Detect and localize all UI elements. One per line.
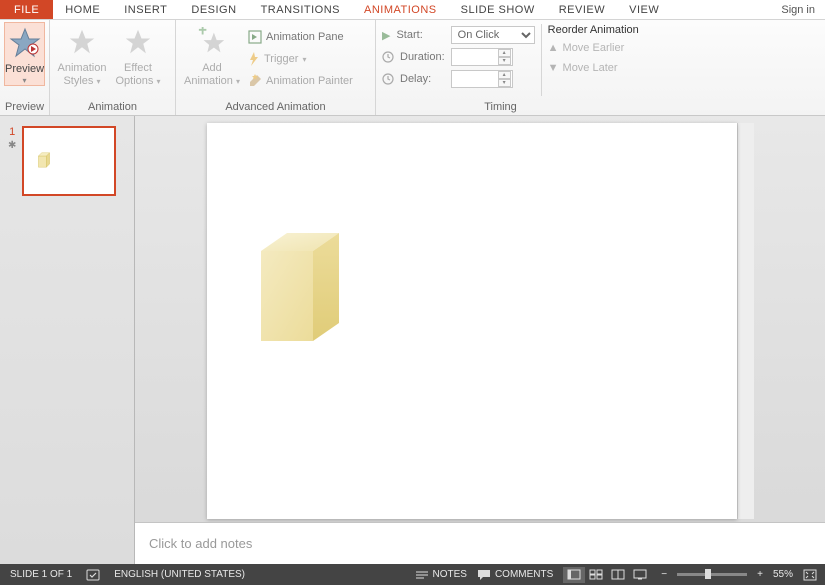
animation-pane-button[interactable]: Animation Pane (244, 26, 357, 48)
comments-toggle-label: COMMENTS (495, 569, 553, 580)
zoom-out-button[interactable]: − (661, 569, 667, 580)
group-label-advanced: Advanced Animation (176, 100, 375, 115)
tab-animations[interactable]: ANIMATIONS (352, 0, 449, 19)
tab-file[interactable]: FILE (0, 0, 53, 19)
tab-home[interactable]: HOME (53, 0, 112, 19)
spinner-up[interactable]: ▴ (498, 49, 511, 57)
comments-toggle[interactable]: COMMENTS (477, 569, 553, 581)
chevron-down-icon: ▾ (23, 76, 27, 85)
notes-icon (415, 569, 429, 581)
arrow-down-icon: ▼ (548, 62, 559, 74)
cube-shape-icon (36, 152, 52, 168)
spellcheck-icon[interactable] (86, 569, 100, 581)
duration-label: Duration: (400, 51, 445, 63)
group-label-preview: Preview (0, 100, 49, 115)
animation-styles-button[interactable]: Animation Styles ▾ (54, 22, 110, 88)
lightning-icon (248, 52, 260, 66)
notes-toggle-label: NOTES (433, 569, 467, 580)
zoom-slider[interactable] (677, 573, 747, 576)
tab-bar: FILE HOME INSERT DESIGN TRANSITIONS ANIM… (0, 0, 825, 20)
clock-icon (382, 73, 394, 85)
pane-icon (248, 30, 262, 44)
tab-review[interactable]: REVIEW (547, 0, 617, 19)
preview-button[interactable]: Preview ▾ (4, 22, 45, 86)
clock-icon (382, 51, 394, 63)
start-select[interactable]: On Click (451, 26, 535, 44)
effect-options-button[interactable]: Effect Options ▾ (110, 22, 166, 88)
view-normal-button[interactable] (563, 567, 585, 583)
view-sorter-button[interactable] (585, 567, 607, 583)
brush-icon (248, 74, 262, 88)
trigger-label: Trigger (264, 53, 298, 65)
move-earlier-button[interactable]: ▲ Move Earlier (548, 38, 639, 58)
zoom-in-button[interactable]: + (757, 569, 763, 580)
notes-toggle[interactable]: NOTES (415, 569, 467, 581)
notes-pane[interactable]: Click to add notes (135, 522, 825, 564)
start-label: Start: (396, 29, 422, 41)
spinner-up[interactable]: ▴ (498, 71, 511, 79)
preview-star-icon (9, 25, 41, 61)
move-earlier-label: Move Earlier (563, 42, 625, 54)
effect-options-label: Effect Options ▾ (116, 62, 161, 88)
tab-transitions[interactable]: TRANSITIONS (249, 0, 352, 19)
workspace: 1 ✱ (0, 116, 825, 564)
delay-row: Delay: (382, 68, 445, 90)
view-slideshow-button[interactable] (629, 567, 651, 583)
slide-number: 1 (9, 126, 15, 138)
tab-design[interactable]: DESIGN (179, 0, 248, 19)
spinner-down[interactable]: ▾ (498, 57, 511, 65)
slide-stage[interactable] (135, 116, 825, 522)
zoom-slider-thumb[interactable] (705, 569, 711, 579)
move-later-button[interactable]: ▼ Move Later (548, 58, 639, 78)
animation-painter-label: Animation Painter (266, 75, 353, 87)
add-animation-label: Add Animation ▾ (184, 62, 240, 88)
animation-pane-label: Animation Pane (266, 31, 344, 43)
slide-indicator: SLIDE 1 OF 1 (10, 569, 72, 580)
delay-label: Delay: (400, 73, 431, 85)
spinner-down[interactable]: ▾ (498, 79, 511, 87)
trigger-button[interactable]: Trigger ▾ (244, 48, 357, 70)
start-row: ▶ Start: (382, 24, 445, 46)
vertical-scrollbar[interactable] (737, 123, 754, 519)
sign-in-link[interactable]: Sign in (771, 0, 825, 19)
slide-thumbnail[interactable] (22, 126, 116, 196)
tab-slideshow[interactable]: SLIDE SHOW (449, 0, 547, 19)
thumbnail-pane[interactable]: 1 ✱ (0, 116, 135, 564)
tab-insert[interactable]: INSERT (112, 0, 179, 19)
ribbon: Preview ▾ Preview Animation Styles ▾ Eff… (0, 20, 825, 116)
group-label-animation: Animation (50, 100, 175, 115)
language-indicator[interactable]: ENGLISH (UNITED STATES) (114, 569, 245, 580)
fit-window-icon[interactable] (803, 569, 817, 581)
reorder-heading: Reorder Animation (548, 24, 639, 36)
move-later-label: Move Later (563, 62, 618, 74)
status-bar: SLIDE 1 OF 1 ENGLISH (UNITED STATES) NOT… (0, 564, 825, 585)
comment-icon (477, 569, 491, 581)
chevron-down-icon: ▾ (302, 55, 306, 64)
add-animation-button[interactable]: Add Animation ▾ (180, 22, 244, 88)
duration-row: Duration: (382, 46, 445, 68)
animation-painter-button[interactable]: Animation Painter (244, 70, 357, 92)
view-reading-button[interactable] (607, 567, 629, 583)
play-icon: ▶ (382, 29, 390, 42)
tab-view[interactable]: VIEW (617, 0, 671, 19)
star-icon (68, 24, 96, 60)
star-icon (124, 24, 152, 60)
notes-placeholder: Click to add notes (149, 536, 252, 551)
animation-styles-label: Animation Styles ▾ (58, 62, 107, 88)
animation-indicator-icon: ✱ (8, 140, 16, 151)
zoom-level[interactable]: 55% (773, 569, 793, 580)
group-label-timing: Timing (376, 100, 825, 115)
preview-label: Preview (5, 63, 44, 76)
add-star-icon (197, 24, 227, 60)
slide-canvas[interactable] (207, 123, 737, 519)
cube-shape[interactable] (259, 231, 341, 343)
arrow-up-icon: ▲ (548, 42, 559, 54)
